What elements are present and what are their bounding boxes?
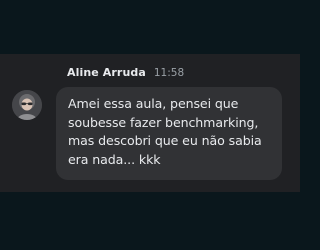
message-timestamp: 11:58 xyxy=(153,67,185,79)
user-avatar-photo-icon xyxy=(12,90,42,120)
chat-panel: Aline Arruda 11:58 Amei essa aula, pense… xyxy=(0,0,300,250)
sender-name[interactable]: Aline Arruda xyxy=(67,66,146,79)
message-header: Aline Arruda 11:58 xyxy=(67,66,184,82)
avatar[interactable] xyxy=(12,90,42,120)
message-bubble: Amei essa aula, pensei que soubesse faze… xyxy=(56,87,282,180)
message-text: Amei essa aula, pensei que soubesse faze… xyxy=(68,96,262,167)
